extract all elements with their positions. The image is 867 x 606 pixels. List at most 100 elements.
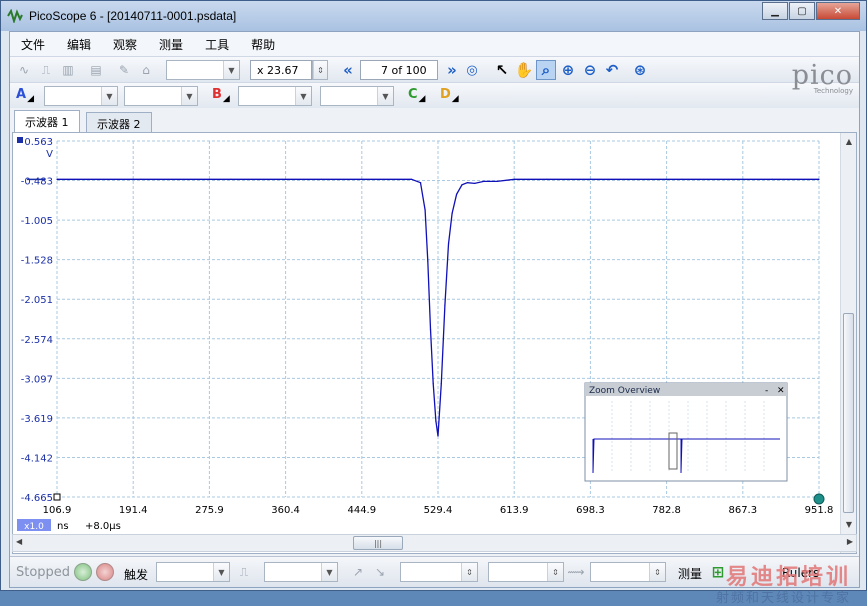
menu-tools[interactable]: 工具 xyxy=(194,36,240,53)
y-tick-label: 0.563 xyxy=(24,137,53,148)
y-tick-label: -4.142 xyxy=(21,453,53,464)
vertical-scroll-thumb[interactable] xyxy=(843,313,854,513)
horizontal-scroll-thumb[interactable]: ||| xyxy=(353,536,403,550)
trigger-delay-field[interactable]: ⇕ xyxy=(590,562,666,582)
channel-b-range-select[interactable]: ▼ xyxy=(238,86,312,106)
rising-edge-icon[interactable]: ↗ xyxy=(348,562,368,582)
spinner-icon: ⇕ xyxy=(313,61,327,79)
scope-mode-icon[interactable]: ∿ xyxy=(14,60,34,80)
scroll-up-icon[interactable]: ▲ xyxy=(842,134,856,148)
trigger-marker-icon xyxy=(813,493,825,505)
persistence-mode-icon[interactable]: ⎍ xyxy=(36,60,56,80)
data-point xyxy=(444,304,446,306)
menu-bar: 文件 编辑 观察 测量 工具 帮助 xyxy=(10,32,859,56)
trigger-label: 触发 xyxy=(124,568,149,582)
trigger-edge-icon[interactable]: ⎍ xyxy=(234,562,254,582)
scope-view[interactable]: 0.563 -0.483 -1.005 -1.528 -2.051 -2.574 -3.09… xyxy=(12,132,857,554)
maximize-button[interactable]: ▢ xyxy=(789,2,815,20)
picoscope-app-icon xyxy=(7,9,23,23)
timebase-select[interactable]: ▼ xyxy=(166,60,240,80)
y-unit-label: V xyxy=(46,149,53,160)
tab-scope-2[interactable]: 示波器 2 xyxy=(86,112,152,132)
x-tick-label: 867.3 xyxy=(728,505,757,516)
x-tick-label: 360.4 xyxy=(271,505,300,516)
oscilloscope-plot[interactable]: 0.563 -0.483 -1.005 -1.528 -2.051 -2.574 -3.09… xyxy=(13,133,840,553)
hand-tool-icon[interactable]: ✋ xyxy=(514,60,534,80)
start-button[interactable] xyxy=(74,563,92,581)
zoom-out-icon[interactable]: ⊖ xyxy=(580,60,600,80)
menu-file[interactable]: 文件 xyxy=(10,36,56,53)
measure-label: 测量 xyxy=(678,567,703,581)
pointer-tool-icon[interactable]: ↖ xyxy=(492,60,512,80)
trigger-delay-icon[interactable]: ⟿ xyxy=(566,562,586,582)
buffer-navigator-icon[interactable]: ◎ xyxy=(462,60,482,80)
data-point xyxy=(429,328,432,330)
vertical-scrollbar[interactable]: ▲ ▼ xyxy=(840,133,856,553)
scroll-left-icon[interactable]: ◀ xyxy=(16,537,22,546)
trigger-source-select[interactable]: ▼ xyxy=(264,562,338,582)
channel-a-label[interactable]: A◢ xyxy=(16,87,34,104)
probe-icon[interactable]: ✎ xyxy=(114,60,134,80)
channel-b-label[interactable]: B◢ xyxy=(212,87,230,104)
data-point xyxy=(432,383,434,385)
zoom-in-icon[interactable]: ⊕ xyxy=(558,60,578,80)
zoom-overview-window xyxy=(584,382,788,482)
data-point xyxy=(140,178,142,180)
x-tick-label: 951.8 xyxy=(805,505,834,516)
menu-view[interactable]: 观察 xyxy=(102,36,148,53)
x-tick-label: 529.4 xyxy=(424,505,453,516)
data-point xyxy=(56,178,58,180)
close-button[interactable]: ✕ xyxy=(816,2,860,20)
trigger-mode-select[interactable]: ▼ xyxy=(156,562,230,582)
y-tick-label: -0.483 xyxy=(21,177,53,188)
channel-a-scale-marker-icon xyxy=(17,137,23,143)
data-point xyxy=(451,212,453,214)
undo-zoom-icon[interactable]: ↶ xyxy=(602,60,622,80)
data-point xyxy=(483,180,485,182)
mode-settings-icon[interactable]: ▤ xyxy=(86,60,106,80)
zoom-overview-title: Zoom Overview xyxy=(589,386,660,396)
zoom-to-fit-icon[interactable]: ⊛ xyxy=(630,60,650,80)
x-tick-label: 191.4 xyxy=(119,505,148,516)
acquisition-status: Stopped xyxy=(16,565,71,580)
zoom-spinner[interactable]: ⇕ xyxy=(312,60,328,80)
channel-d-label[interactable]: D◢ xyxy=(440,87,459,104)
x-tick-label: 782.8 xyxy=(652,505,681,516)
buffer-position-field[interactable]: 7 of 100 xyxy=(360,60,438,80)
window-title: PicoScope 6 - [20140711-0001.psdata] xyxy=(29,9,237,23)
data-point xyxy=(591,178,593,180)
trigger-threshold-field[interactable]: ⇕ xyxy=(400,562,478,582)
channel-c-label[interactable]: C◢ xyxy=(408,87,425,104)
falling-edge-icon[interactable]: ↘ xyxy=(370,562,390,582)
next-buffer-icon[interactable]: » xyxy=(442,60,462,80)
y-tick-label: -4.665 xyxy=(21,493,53,504)
horizontal-scrollbar[interactable]: ◀ ||| ▶ xyxy=(12,534,857,552)
stop-button[interactable] xyxy=(96,563,114,581)
previous-buffer-icon[interactable]: « xyxy=(338,60,358,80)
spectrum-mode-icon[interactable]: ▥ xyxy=(58,60,78,80)
title-bar[interactable]: PicoScope 6 - [20140711-0001.psdata] ▁ ▢… xyxy=(1,1,866,31)
scroll-right-icon[interactable]: ▶ xyxy=(847,537,853,546)
menu-edit[interactable]: 编辑 xyxy=(56,36,102,53)
view-tabs: 示波器 1 示波器 2 xyxy=(10,110,859,132)
bottom-scale-marker-icon xyxy=(53,493,61,501)
x-offset-label: +8.0μs xyxy=(85,521,121,532)
channel-a-range-select[interactable]: ▼ xyxy=(44,86,118,106)
zoom-factor-field[interactable]: x 23.67 xyxy=(250,60,312,80)
app-window: PicoScope 6 - [20140711-0001.psdata] ▁ ▢… xyxy=(0,0,867,606)
x-tick-label: 444.9 xyxy=(347,505,376,516)
menu-help[interactable]: 帮助 xyxy=(240,36,286,53)
tab-scope-1[interactable]: 示波器 1 xyxy=(14,110,80,132)
data-point xyxy=(681,178,683,180)
channel-a-coupling-select[interactable]: ▼ xyxy=(124,86,198,106)
home-icon[interactable]: ⌂ xyxy=(136,60,156,80)
scroll-down-icon[interactable]: ▼ xyxy=(842,517,856,531)
data-point xyxy=(410,178,413,180)
minimize-button[interactable]: ▁ xyxy=(762,2,788,20)
status-bar: Stopped 触发 ▼ ⎍ ▼ ↗ ↘ ⇕ ⇕ ⟿ ⇕ 测量 ⊞ Rulers… xyxy=(10,556,859,606)
menu-measure[interactable]: 测量 xyxy=(148,36,194,53)
channel-b-coupling-select[interactable]: ▼ xyxy=(320,86,394,106)
zoom-area-icon[interactable]: ⌕ xyxy=(536,60,556,80)
pre-trigger-field[interactable]: ⇕ xyxy=(488,562,564,582)
data-point xyxy=(818,178,820,180)
